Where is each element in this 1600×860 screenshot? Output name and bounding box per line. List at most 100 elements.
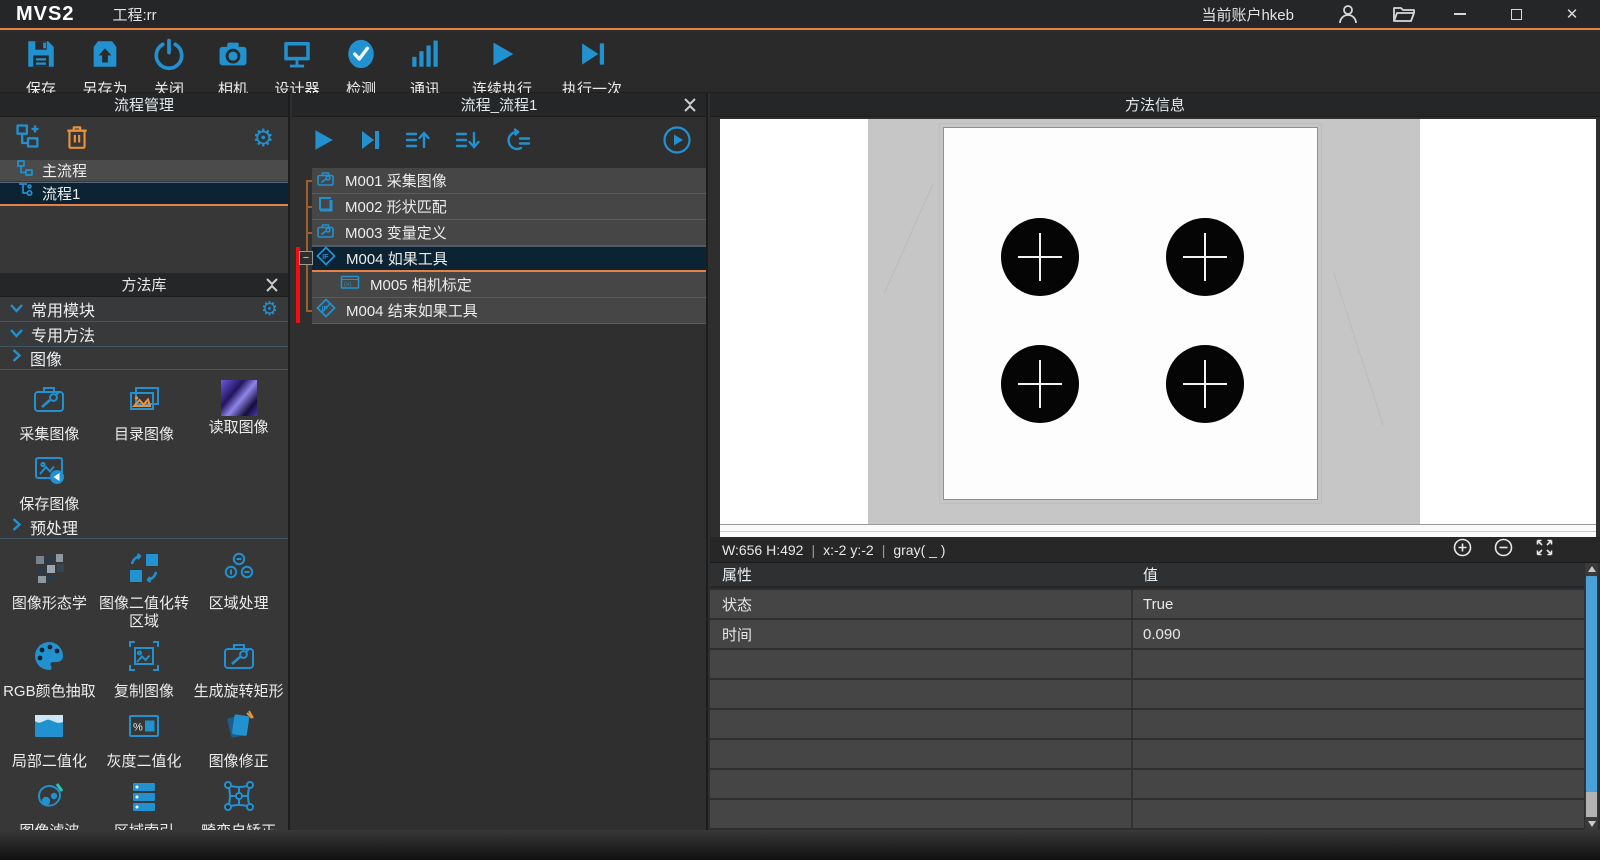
method-item[interactable]: 图像形态学 xyxy=(2,543,97,631)
method-item[interactable]: 保存图像 xyxy=(2,444,97,514)
flow-step-label: M005 相机标定 xyxy=(370,274,472,295)
viewer-status-bar: W:656 H:492 | x:-2 y:-2 | gray( _ ) xyxy=(710,537,1600,563)
flow-step[interactable]: IF M004 结束如果工具 xyxy=(312,298,706,324)
shape-match-icon xyxy=(316,195,335,219)
flow-step-selected[interactable]: IF M004 如果工具 xyxy=(312,246,706,272)
step-icon[interactable] xyxy=(358,128,382,157)
maximize-button[interactable] xyxy=(1488,0,1544,28)
run-continuous-button[interactable]: 连续执行 xyxy=(460,32,544,92)
horizontal-scrollbar[interactable] xyxy=(720,524,1596,537)
user-icon[interactable] xyxy=(1320,0,1376,28)
method-item[interactable]: 复制图像 xyxy=(97,631,192,701)
folder-icon[interactable] xyxy=(1376,0,1432,28)
move-down-icon[interactable] xyxy=(454,128,482,157)
collapse-icon[interactable] xyxy=(266,278,278,296)
flow-step[interactable]: M001 采集图像 xyxy=(312,168,706,194)
flow-step[interactable]: M002 形状匹配 xyxy=(312,194,706,220)
close-project-button[interactable]: 关闭 xyxy=(140,32,198,92)
camera-image xyxy=(868,119,1420,524)
method-item[interactable]: 区域处理 xyxy=(191,543,286,631)
group-common-modules[interactable]: 常用模块 ⚙ xyxy=(0,297,288,322)
property-table: 状态 True 时间 0.090 xyxy=(710,590,1584,830)
image-viewer[interactable] xyxy=(720,119,1596,537)
method-info-header: 方法信息 xyxy=(710,93,1600,117)
close-button[interactable]: ✕ xyxy=(1544,0,1600,28)
morphology-grid-icon xyxy=(30,549,68,592)
save-as-button[interactable]: 另存为 xyxy=(76,32,134,92)
flow-step[interactable]: M003 变量定义 xyxy=(312,220,706,246)
method-label: 保存图像 xyxy=(19,496,79,514)
toolbox-wrench-icon xyxy=(316,169,335,193)
camera-button[interactable]: 相机 xyxy=(204,32,262,92)
table-row-empty[interactable] xyxy=(710,770,1584,798)
table-row-empty[interactable] xyxy=(710,740,1584,768)
method-item[interactable]: 图像二值化转区域 xyxy=(97,543,192,631)
method-item[interactable]: 生成旋转矩形 xyxy=(191,631,286,701)
method-item[interactable]: 读取图像 xyxy=(191,374,286,444)
group-special-methods[interactable]: 专用方法 xyxy=(0,322,288,347)
flow-editor-title: 流程_流程1 xyxy=(461,94,538,115)
svg-text:%: % xyxy=(133,722,143,734)
move-up-icon[interactable] xyxy=(404,128,432,157)
scrollbar-thumb[interactable] xyxy=(1586,576,1597,792)
detect-check-icon xyxy=(344,37,378,76)
scroll-up-icon[interactable] xyxy=(1585,563,1598,575)
trash-icon[interactable] xyxy=(64,122,90,155)
run-circle-icon[interactable] xyxy=(662,125,692,160)
process-manager-panel: 流程管理 ⚙ 主流程 流程1 方法库 xyxy=(0,93,290,830)
method-item[interactable]: 区域索引 xyxy=(97,771,192,830)
image-filter-icon xyxy=(30,777,68,820)
flow-step[interactable]: (x) M005 相机标定 xyxy=(312,272,706,298)
scroll-down-icon[interactable] xyxy=(1585,818,1598,830)
method-label: RGB颜色抽取 xyxy=(3,683,96,701)
property-cell: 时间 xyxy=(710,620,1133,648)
method-item[interactable]: RGB颜色抽取 xyxy=(2,631,97,701)
collapse-icon[interactable] xyxy=(684,98,696,116)
loop-icon[interactable] xyxy=(504,128,532,157)
table-scrollbar[interactable] xyxy=(1585,563,1598,830)
camera-calibration-icon: (x) xyxy=(340,273,360,296)
minimize-button[interactable] xyxy=(1432,0,1488,28)
save-button[interactable]: 保存 xyxy=(12,32,70,92)
method-item[interactable]: % 灰度二值化 xyxy=(97,701,192,771)
designer-button[interactable]: 设计器 xyxy=(268,32,326,92)
fit-screen-icon[interactable] xyxy=(1535,538,1554,562)
gear-icon[interactable]: ⚙ xyxy=(261,300,278,319)
comms-button[interactable]: 通讯 xyxy=(396,32,454,92)
calibration-dot xyxy=(1001,218,1079,296)
expand-toggle[interactable]: − xyxy=(299,251,313,265)
method-item[interactable]: 畸变自矫正 xyxy=(191,771,286,830)
category-image[interactable]: 图像 xyxy=(0,347,288,370)
table-row-empty[interactable] xyxy=(710,800,1584,828)
flow-editor-panel: 流程_流程1 xyxy=(292,93,708,830)
flow-step-label: M004 结束如果工具 xyxy=(346,300,478,321)
run-once-button[interactable]: 执行一次 xyxy=(550,32,634,92)
flow-item-flow1[interactable]: 流程1 xyxy=(0,182,288,206)
method-item[interactable]: 图像滤波 xyxy=(2,771,97,830)
zoom-out-icon[interactable] xyxy=(1494,538,1513,562)
method-item[interactable]: 局部二值化 xyxy=(2,701,97,771)
flow-item-main[interactable]: 主流程 xyxy=(0,160,288,182)
table-row-empty[interactable] xyxy=(710,710,1584,738)
table-row[interactable]: 时间 0.090 xyxy=(710,620,1584,648)
add-flow-icon[interactable] xyxy=(14,122,42,155)
zoom-in-icon[interactable] xyxy=(1453,538,1472,562)
method-item[interactable]: 图像修正 xyxy=(191,701,286,771)
table-row-empty[interactable] xyxy=(710,680,1584,708)
table-row[interactable]: 状态 True xyxy=(710,590,1584,618)
table-row-empty[interactable] xyxy=(710,650,1584,678)
method-item[interactable]: 采集图像 xyxy=(2,374,97,444)
pixel-value-label: gray( _ ) xyxy=(893,542,945,558)
detect-button[interactable]: 检测 xyxy=(332,32,390,92)
category-preprocess[interactable]: 预处理 xyxy=(0,516,288,539)
method-library-title: 方法库 xyxy=(121,274,166,295)
run-icon[interactable] xyxy=(310,127,336,158)
comms-signal-icon xyxy=(408,37,442,76)
flow-step-label: M004 如果工具 xyxy=(346,248,448,269)
image-save-icon xyxy=(30,450,68,493)
distortion-correct-icon xyxy=(220,777,258,820)
method-item[interactable]: 目录图像 xyxy=(97,374,192,444)
svg-text:(x): (x) xyxy=(344,281,352,288)
gear-icon[interactable]: ⚙ xyxy=(252,127,274,151)
project-label: 工程:rr xyxy=(112,4,156,25)
